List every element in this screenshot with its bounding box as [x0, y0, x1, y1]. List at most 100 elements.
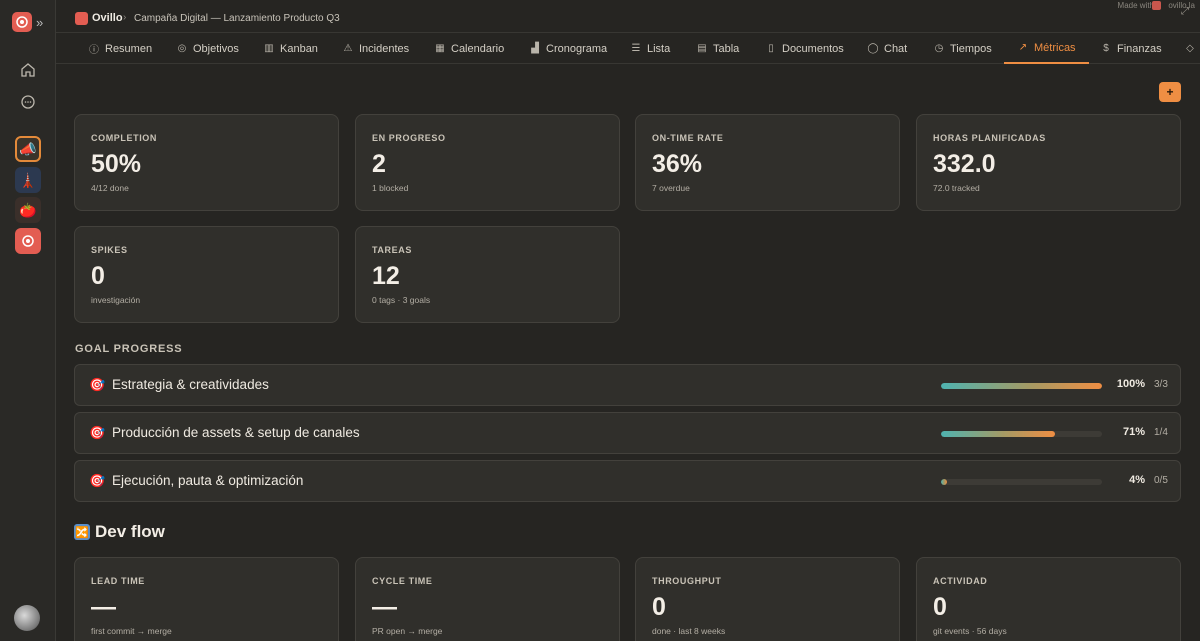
chat-icon[interactable]	[18, 92, 38, 112]
stat-sub: investigación	[91, 295, 141, 305]
goal-progress-bar	[941, 383, 1102, 389]
tab-tiempos[interactable]: ◷ Tiempos	[933, 33, 1005, 64]
tab-tabla[interactable]: ▤ Tabla	[696, 33, 752, 64]
fullscreen-icon[interactable]: ⤢	[1181, 7, 1191, 17]
goal-progress-bar	[941, 479, 1102, 485]
goal-name: Producción de assets & setup de canales	[112, 425, 360, 440]
shuffle-icon: 🔀	[74, 524, 90, 540]
goal-row[interactable]: 🎯 Estrategia & creatividades 100% 3/3	[74, 364, 1181, 406]
tab-label: Documentos	[782, 42, 844, 55]
project-yarn-icon[interactable]	[15, 228, 41, 254]
stat-label: LEAD TIME	[91, 576, 145, 586]
stat-sub: 7 overdue	[652, 183, 690, 193]
goal-percent: 100%	[1116, 378, 1145, 390]
project-megaphone-icon[interactable]: 📣	[15, 136, 41, 162]
brand-name[interactable]: Ovillo	[92, 12, 123, 24]
tab-incidentes[interactable]: ⚠ Incidentes	[342, 33, 422, 64]
project-tomato-icon[interactable]: 🍅	[15, 197, 41, 223]
tab-label: Incidentes	[359, 42, 410, 55]
goal-row[interactable]: 🎯 Ejecución, pauta & optimización 4% 0/5	[74, 460, 1181, 502]
tab-label: Tiempos	[950, 42, 992, 55]
stat-sub: PR open → merge	[372, 626, 443, 636]
trending-up-icon: ↗	[1018, 42, 1028, 53]
calendar-icon: ▦	[435, 43, 445, 54]
user-avatar[interactable]	[14, 605, 40, 631]
stat-card-completion: COMPLETION 50% 4/12 done	[74, 114, 339, 211]
tab-chat[interactable]: ◯ Chat	[867, 33, 920, 64]
dev-flow-label: Dev flow	[95, 522, 165, 541]
expand-sidebar-icon[interactable]: »	[36, 16, 50, 30]
tab-bar: ⓘ Resumen ◎ Objetivos ▥ Kanban ⚠ Incidentes …	[56, 32, 1200, 64]
goal-count: 0/5	[1154, 475, 1168, 486]
stat-label: SPIKES	[91, 245, 128, 255]
stat-card-cycle-time: CYCLE TIME — PR open → merge	[355, 557, 620, 641]
tab-calendario[interactable]: ▦ Calendario	[434, 33, 517, 64]
goal-percent: 71%	[1122, 426, 1145, 438]
stat-card-spikes: SPIKES 0 investigación	[74, 226, 339, 323]
app-logo-icon[interactable]	[12, 12, 32, 32]
goal-progress-fill	[941, 431, 1056, 437]
warning-icon: ⚠	[343, 43, 353, 54]
tab-metricas[interactable]: ↗ Métricas	[1004, 33, 1089, 64]
stat-sub: 4/12 done	[91, 183, 129, 193]
tab-objetivos[interactable]: ◎ Objetivos	[176, 33, 252, 64]
tab-resumen[interactable]: ⓘ Resumen	[88, 33, 165, 64]
stat-card-throughput: THROUGHPUT 0 done · last 8 weeks	[635, 557, 900, 641]
list-icon: ☰	[631, 43, 641, 54]
stat-card-on-time-rate: ON-TIME RATE 36% 7 overdue	[635, 114, 900, 211]
chat-bubble-icon: ◯	[867, 43, 879, 54]
tab-label: Lista	[647, 42, 671, 55]
tab-finanzas[interactable]: $ Finanzas	[1100, 33, 1175, 64]
goal-percent: 4%	[1129, 474, 1145, 486]
stat-value: 0	[933, 593, 947, 621]
goal-progress-fill	[941, 479, 948, 485]
goal-name: Ejecución, pauta & optimización	[112, 473, 304, 488]
tab-kanban[interactable]: ▥ Kanban	[263, 33, 331, 64]
tab-label: Métricas	[1034, 41, 1076, 54]
home-icon[interactable]	[18, 60, 38, 80]
stat-card-en-progreso: EN PROGRESO 2 1 blocked	[355, 114, 620, 211]
stat-label: ACTIVIDAD	[933, 576, 988, 586]
add-button[interactable]: +	[1159, 82, 1181, 102]
stat-sub: first commit → merge	[91, 626, 172, 636]
stat-label: COMPLETION	[91, 133, 157, 143]
stat-sub: 1 blocked	[372, 183, 409, 193]
dev-flow-title: 🔀 Dev flow	[74, 522, 165, 542]
table-icon: ▤	[697, 43, 707, 54]
goal-count: 3/3	[1154, 379, 1168, 390]
brand-logo-icon	[75, 12, 88, 25]
stat-value: 0	[652, 593, 666, 621]
target-goal-icon: 🎯	[89, 377, 106, 392]
tab-etiquetas[interactable]: ◇	[1184, 33, 1200, 64]
ovillo-badge-icon	[1152, 1, 1161, 10]
goal-progress-fill	[941, 383, 1102, 389]
target-goal-icon: 🎯	[89, 425, 106, 440]
breadcrumb-project[interactable]: Campaña Digital — Lanzamiento Producto Q…	[134, 13, 340, 24]
stat-value: 332.0	[933, 150, 996, 178]
stat-card-actividad: ACTIVIDAD 0 git events · 56 days	[916, 557, 1181, 641]
stat-sub: 0 tags · 3 goals	[372, 295, 431, 305]
sidebar: » 📣 🗼 🍅	[0, 0, 56, 641]
dollar-icon: $	[1103, 43, 1109, 54]
stat-sub: git events · 56 days	[933, 626, 1007, 636]
stat-value: —	[91, 593, 116, 621]
gantt-icon: ▟	[531, 43, 539, 54]
tab-cronograma[interactable]: ▟ Cronograma	[529, 33, 620, 64]
stat-value: 2	[372, 150, 386, 178]
project-tower-icon[interactable]: 🗼	[15, 167, 41, 193]
stat-label: ON-TIME RATE	[652, 133, 724, 143]
goal-count: 1/4	[1154, 427, 1168, 438]
tab-documentos[interactable]: ▯ Documentos	[765, 33, 857, 64]
stat-sub: 72.0 tracked	[933, 183, 980, 193]
stat-value: 36%	[652, 150, 703, 178]
clock-icon: ◷	[934, 43, 944, 54]
stat-label: THROUGHPUT	[652, 576, 722, 586]
stat-label: HORAS PLANIFICADAS	[933, 133, 1046, 143]
stat-card-tareas: TAREAS 12 0 tags · 3 goals	[355, 226, 620, 323]
goal-row[interactable]: 🎯 Producción de assets & setup de canale…	[74, 412, 1181, 454]
kanban-icon: ▥	[264, 43, 274, 54]
stat-label: TAREAS	[372, 245, 412, 255]
goal-progress-title: GOAL PROGRESS	[75, 343, 183, 355]
tab-lista[interactable]: ☰ Lista	[630, 33, 683, 64]
target-icon: ◎	[177, 43, 187, 54]
